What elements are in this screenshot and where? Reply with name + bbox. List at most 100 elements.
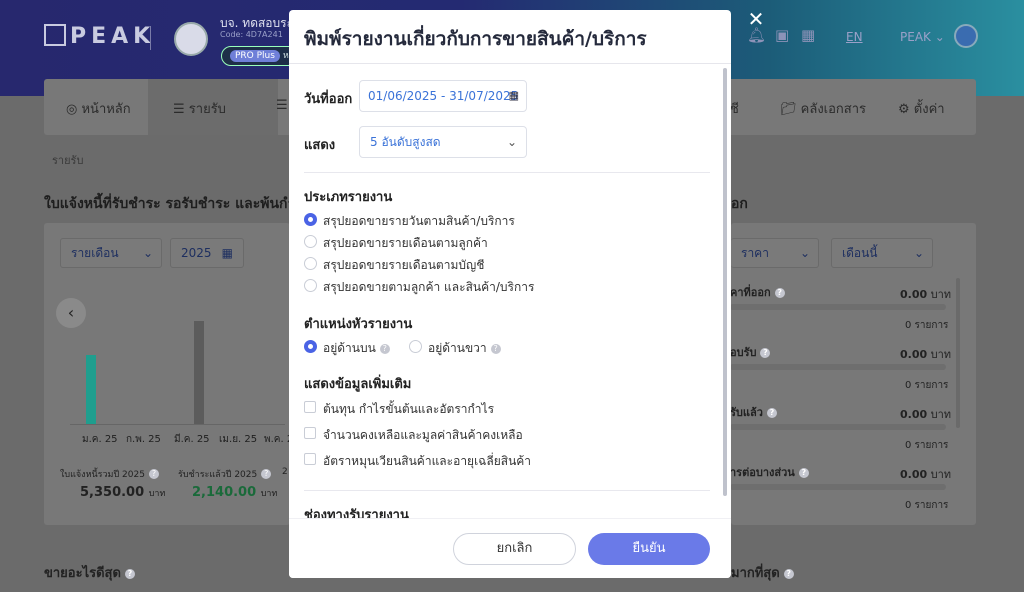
help-icon[interactable]: ?	[798, 468, 809, 478]
logo-box-icon	[44, 24, 66, 46]
nav-documents-label: คลังเอกสาร	[800, 102, 867, 117]
date-range-input[interactable]: 01/06/2025 - 31/07/2025 ▦	[359, 80, 527, 112]
stat-paid-label-text: รับชำระแล้วปี 2025	[178, 470, 258, 480]
nav-settings[interactable]: ⚙ ตั้งค่า	[898, 98, 945, 119]
header-position-radio-top[interactable]	[304, 340, 317, 353]
user-avatar[interactable]	[954, 24, 978, 48]
report-type-radio[interactable]	[304, 235, 317, 248]
chart-axis	[70, 424, 285, 425]
report-type-option[interactable]: สรุปยอดขายรายวันตามสินค้า/บริการ	[323, 212, 515, 231]
modal-footer: ยกเลิก ยืนยัน	[289, 518, 731, 578]
report-type-option[interactable]: สรุปยอดขายตามลูกค้า และสินค้า/บริการ	[323, 278, 534, 297]
report-type-radio[interactable]	[304, 279, 317, 292]
header-position-top-label: อยู่ด้านบน	[323, 341, 376, 355]
month-label: เม.ย. 25	[219, 434, 258, 445]
summary-row-count: 0 รายการ	[905, 500, 949, 511]
help-icon[interactable]: ?	[261, 469, 272, 479]
month-select-value: เดือนนี้	[842, 246, 878, 260]
nav-expense-icon[interactable]: ☰	[276, 98, 288, 113]
section-divider	[304, 490, 710, 491]
year-select-value: 2025	[181, 246, 212, 260]
help-icon[interactable]: ?	[379, 344, 390, 354]
summary-row-bar	[730, 304, 946, 310]
report-type-radio[interactable]	[304, 257, 317, 270]
nav-income[interactable]: ☰ รายรับ	[148, 79, 278, 135]
plan-badge-suffix: ห	[282, 51, 289, 61]
summary-row-amount: 0.00	[900, 408, 928, 421]
summary-row-label: ารต่อบางส่วน?	[730, 463, 809, 481]
show-label: แสดง	[304, 138, 336, 153]
help-icon[interactable]: ?	[774, 288, 785, 298]
show-select[interactable]: 5 อันดับสูงสด ⌄	[359, 126, 527, 158]
unit-label: บาท	[148, 489, 166, 499]
help-icon[interactable]: ?	[490, 344, 501, 354]
logo-divider	[150, 26, 151, 50]
summary-row-amount: 0.00	[900, 468, 928, 481]
month-select[interactable]: เดือนนี้ ⌄	[831, 238, 933, 268]
header-position-top-option[interactable]: อยู่ด้านบน?	[323, 339, 390, 358]
right-section-title: อก	[731, 196, 748, 212]
summary-row-label-text: ารต่อบางส่วน	[730, 466, 795, 479]
chart-prev-button[interactable]: ‹	[56, 298, 86, 328]
year-select[interactable]: 2025 ▦	[170, 238, 244, 268]
company-avatar[interactable]	[174, 22, 208, 56]
price-select-value: ราคา	[741, 246, 769, 260]
report-type-radio[interactable]	[304, 213, 317, 226]
chevron-down-icon: ⌄	[142, 246, 153, 260]
confirm-button[interactable]: ยืนยัน	[588, 533, 710, 565]
report-type-option[interactable]: สรุปยอดขายรายเดือนตามบัญชี	[323, 256, 484, 275]
header-position-radio-right[interactable]	[409, 340, 422, 353]
peak-logo[interactable]: PEAK	[44, 24, 155, 49]
help-book-icon[interactable]: ▣	[775, 26, 789, 44]
extra-option[interactable]: จำนวนคงเหลือและมูลค่าสินค้าคงเหลือ	[323, 426, 523, 445]
cancel-button[interactable]: ยกเลิก	[453, 533, 576, 565]
extra-checkbox[interactable]	[304, 401, 316, 413]
top-customers-title: มากที่สุด?	[731, 562, 794, 583]
price-select[interactable]: ราคา ⌄	[731, 238, 819, 268]
bar-mar	[194, 321, 204, 424]
report-type-option[interactable]: สรุปยอดขายรายเดือนตามลูกค้า	[323, 234, 488, 253]
unit-label: บาท	[260, 489, 278, 499]
help-icon[interactable]: ?	[760, 348, 771, 358]
extra-option[interactable]: ต้นทุน กำไรขั้นต้นและอัตรากำไร	[323, 400, 494, 419]
help-icon[interactable]: ?	[124, 569, 135, 579]
help-icon[interactable]: ?	[766, 408, 777, 418]
close-icon[interactable]: ✕	[745, 8, 767, 30]
summary-row-label: คาที่ออก?	[730, 283, 785, 301]
nav-accounting[interactable]: ชี	[730, 98, 739, 119]
modal-scrollbar[interactable]	[723, 68, 727, 496]
summary-row-label-text: รับแล้ว	[730, 406, 763, 419]
logo-text: PEAK	[70, 24, 156, 49]
period-select[interactable]: รายเดือน ⌄	[60, 238, 162, 268]
home-icon: ◎	[66, 102, 78, 117]
help-icon[interactable]: ?	[783, 569, 794, 579]
unit-label: บาท	[930, 468, 952, 481]
extra-info-title: แสดงข้อมูลเพิ่มเติม	[304, 377, 412, 392]
period-select-value: รายเดือน	[71, 246, 119, 260]
user-menu[interactable]: PEAK ⌄	[900, 30, 945, 44]
extra-checkbox[interactable]	[304, 427, 316, 439]
print-report-modal: พิมพ์รายงานเกี่ยวกับการขายสินค้า/บริการ …	[289, 10, 731, 578]
top-customers-title-text: มากที่สุด	[731, 566, 780, 581]
folder-icon: 📁︎	[780, 102, 797, 117]
breadcrumb[interactable]: รายรับ	[52, 151, 83, 169]
language-switch[interactable]: EN	[846, 30, 863, 44]
header-position-right-option[interactable]: อยู่ด้านขวา?	[428, 339, 501, 358]
nav-home[interactable]: ◎ หน้าหลัก	[66, 98, 131, 119]
modal-header-divider	[289, 63, 731, 64]
gear-icon: ⚙	[898, 102, 910, 117]
apps-grid-icon[interactable]: ▦	[801, 26, 815, 44]
nav-documents[interactable]: 📁︎ คลังเอกสาร	[780, 98, 866, 119]
summary-row-label: อบรับ?	[730, 343, 771, 361]
extra-option[interactable]: อัตราหมุนเวียนสินค้าและอายุเฉลี่ยสินค้า	[323, 452, 531, 471]
help-icon[interactable]: ?	[148, 469, 159, 479]
show-select-value: 5 อันดับสูงสด	[370, 135, 441, 149]
calendar-icon: ▦	[508, 89, 519, 102]
header-position-right-label: อยู่ด้านขวา	[428, 341, 487, 355]
nav-settings-label: ตั้งค่า	[913, 102, 945, 117]
company-code: Code: 4D7A241	[220, 30, 283, 39]
summary-scrollbar[interactable]	[956, 278, 960, 428]
extra-checkbox[interactable]	[304, 453, 316, 465]
bar-jan	[86, 355, 96, 424]
summary-row-count: 0 รายการ	[905, 440, 949, 451]
